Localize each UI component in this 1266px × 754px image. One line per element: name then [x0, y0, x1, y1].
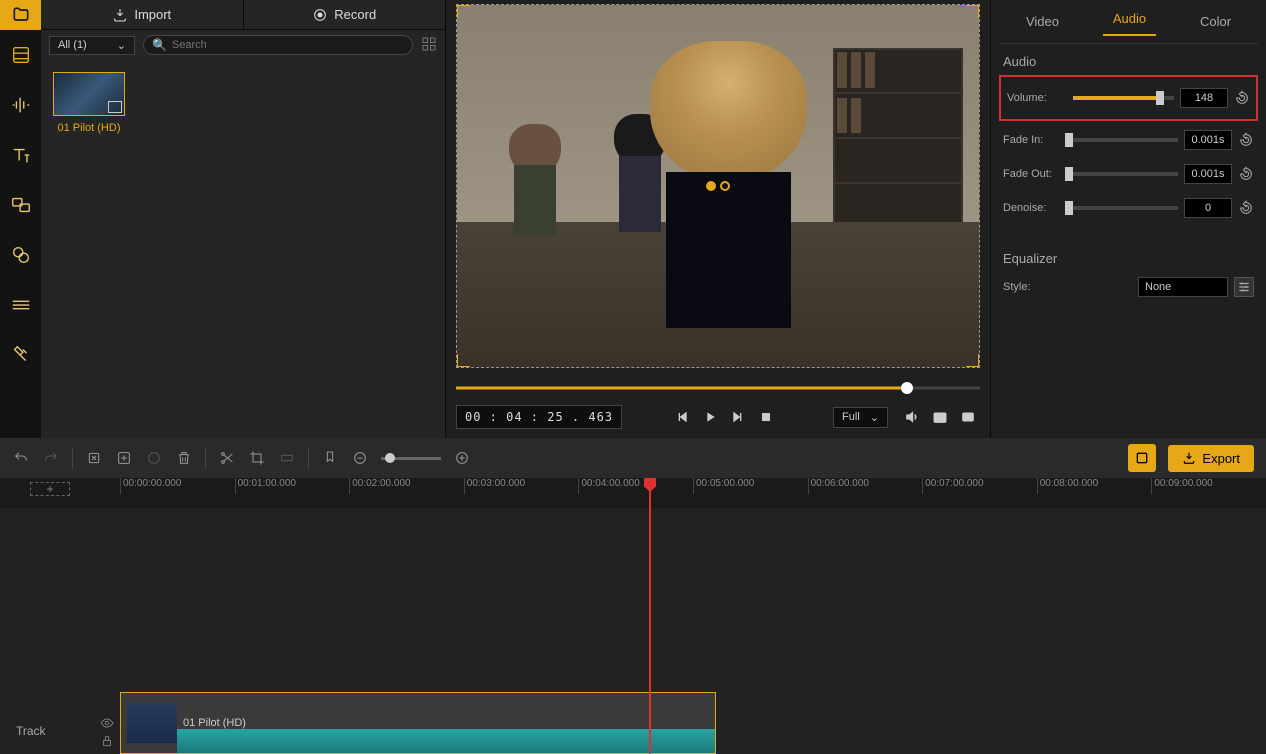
preview-seekbar[interactable] — [456, 378, 980, 398]
media-panel: Import Record All (1)⌄ 🔍 01 Pilot (HD) — [41, 0, 446, 438]
search-input-wrap: 🔍 — [143, 35, 413, 55]
track-label: Track — [16, 724, 46, 738]
chevron-down-icon: ⌄ — [117, 39, 126, 52]
volume-reset-icon[interactable] — [1234, 90, 1250, 106]
fadeout-reset-icon[interactable] — [1238, 166, 1254, 182]
search-input[interactable] — [172, 39, 404, 51]
import-button[interactable]: Import — [41, 0, 244, 29]
eq-style-dropdown[interactable]: None — [1138, 277, 1228, 297]
search-icon: 🔍 — [152, 38, 167, 52]
volume-slider[interactable] — [1073, 96, 1174, 100]
fullscreen-icon[interactable] — [956, 405, 980, 429]
lock-icon[interactable] — [100, 734, 114, 748]
fadein-value[interactable]: 0.001s — [1184, 130, 1232, 150]
nav-transition-icon[interactable] — [0, 280, 41, 330]
media-thumbnail[interactable]: 01 Pilot (HD) — [53, 72, 125, 134]
redo-icon[interactable] — [42, 449, 60, 467]
fadeout-label: Fade Out: — [1003, 168, 1063, 180]
denoise-slider[interactable] — [1069, 206, 1178, 210]
auto-button[interactable] — [1128, 444, 1156, 472]
play-button[interactable] — [698, 405, 722, 429]
timeline-panel: Export + 00:00:00.000 00:01:00.000 00:02… — [0, 438, 1266, 754]
preview-panel: 00 : 04 : 25 . 463 Full⌄ — [446, 0, 990, 438]
tab-audio[interactable]: Audio — [1103, 7, 1156, 36]
grid-view-icon[interactable] — [421, 36, 437, 55]
denoise-value[interactable]: 0 — [1184, 198, 1232, 218]
fadeout-slider[interactable] — [1069, 172, 1178, 176]
media-filter-dropdown[interactable]: All (1)⌄ — [49, 36, 135, 55]
export-button[interactable]: Export — [1168, 445, 1254, 472]
nav-element-icon[interactable] — [0, 230, 41, 280]
chevron-down-icon: ⌄ — [870, 411, 879, 424]
left-nav — [0, 0, 41, 438]
audio-waveform — [177, 729, 715, 753]
volume-highlight: Volume: 148 — [999, 75, 1258, 121]
tab-video[interactable]: Video — [1016, 10, 1069, 33]
import-label: Import — [134, 7, 171, 22]
thumbnail-image — [53, 72, 125, 116]
crop-icon[interactable] — [248, 449, 266, 467]
playhead[interactable] — [649, 478, 651, 754]
undo-icon[interactable] — [12, 449, 30, 467]
video-viewport[interactable] — [456, 4, 980, 368]
volume-value[interactable]: 148 — [1180, 88, 1228, 108]
add-track-button[interactable]: + — [30, 482, 70, 496]
record-button[interactable]: Record — [244, 0, 446, 29]
tool-1-icon[interactable] — [85, 449, 103, 467]
nav-text-icon[interactable] — [0, 130, 41, 180]
eq-style-label: Style: — [1003, 281, 1063, 293]
nav-overlay-icon[interactable] — [0, 180, 41, 230]
zoom-out-icon[interactable] — [351, 449, 369, 467]
volume-label: Volume: — [1007, 92, 1067, 104]
aspect-dropdown[interactable]: Full⌄ — [833, 407, 888, 428]
properties-panel: Video Audio Color Audio Volume: 148 Fade… — [990, 0, 1266, 438]
fadein-reset-icon[interactable] — [1238, 132, 1254, 148]
tool-3-icon[interactable] — [278, 449, 296, 467]
fadein-slider[interactable] — [1069, 138, 1178, 142]
clip-label: 01 Pilot (HD) — [183, 717, 246, 729]
eye-icon[interactable] — [100, 716, 114, 730]
nav-audio-icon[interactable] — [0, 80, 41, 130]
clip-thumbnail — [127, 703, 177, 743]
tab-color[interactable]: Color — [1190, 10, 1241, 33]
track-header: Track — [0, 508, 120, 754]
snapshot-icon[interactable] — [928, 405, 952, 429]
denoise-label: Denoise: — [1003, 202, 1063, 214]
app-logo-icon — [0, 0, 41, 30]
section-eq-title: Equalizer — [999, 241, 1258, 270]
timeline-ruler[interactable]: + 00:00:00.000 00:01:00.000 00:02:00.000… — [0, 478, 1266, 508]
timecode-display: 00 : 04 : 25 . 463 — [456, 405, 622, 429]
prev-frame-button[interactable] — [670, 405, 694, 429]
record-label: Record — [334, 7, 376, 22]
timeline-toolbar: Export — [0, 438, 1266, 478]
fadein-label: Fade In: — [1003, 134, 1063, 146]
volume-icon[interactable] — [900, 405, 924, 429]
marker-icon[interactable] — [321, 449, 339, 467]
zoom-slider[interactable] — [381, 457, 441, 460]
next-frame-button[interactable] — [726, 405, 750, 429]
delete-icon[interactable] — [175, 449, 193, 467]
zoom-in-icon[interactable] — [453, 449, 471, 467]
split-icon[interactable] — [218, 449, 236, 467]
eq-settings-icon[interactable] — [1234, 277, 1254, 297]
nav-filter-icon[interactable] — [0, 330, 41, 380]
timeline-clip[interactable]: 01 Pilot (HD) — [120, 692, 716, 754]
denoise-reset-icon[interactable] — [1238, 200, 1254, 216]
tool-add-icon[interactable] — [115, 449, 133, 467]
nav-media-icon[interactable] — [0, 30, 41, 80]
tool-2-icon[interactable] — [145, 449, 163, 467]
thumbnail-label: 01 Pilot (HD) — [53, 122, 125, 134]
section-audio-title: Audio — [999, 44, 1258, 73]
stop-button[interactable] — [754, 405, 778, 429]
fadeout-value[interactable]: 0.001s — [1184, 164, 1232, 184]
